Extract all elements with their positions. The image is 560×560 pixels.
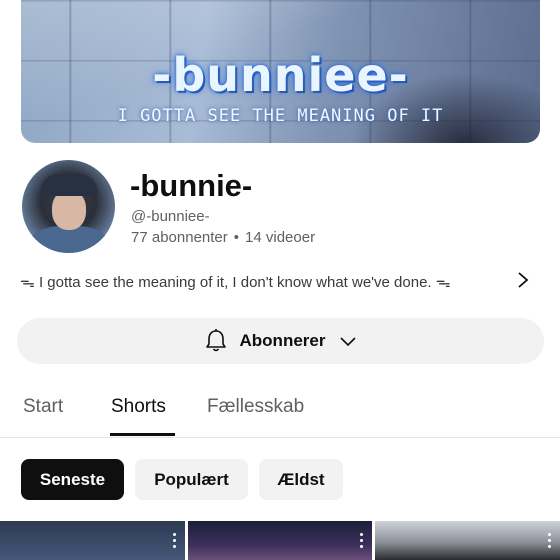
more-options-icon[interactable] [360, 533, 364, 551]
more-options-icon[interactable] [548, 533, 552, 551]
short-thumbnail[interactable] [0, 521, 185, 560]
tab-community[interactable]: Fællesskab [207, 396, 304, 418]
subscribe-label: Abonnerer [239, 331, 326, 350]
channel-tabs: Start Shorts Fællesskab [0, 392, 560, 438]
active-tab-indicator [110, 433, 175, 436]
subscribe-button[interactable]: Abonnerer [17, 318, 544, 364]
video-count: 14 videoer [245, 229, 316, 246]
chevron-down-icon [340, 337, 357, 347]
filter-latest[interactable]: Seneste [21, 459, 124, 500]
channel-description[interactable]: ᯓ I gotta see the meaning of it, I don't… [20, 272, 500, 292]
bell-icon [205, 329, 226, 352]
chevron-right-icon[interactable] [514, 270, 532, 290]
channel-stats: 77 abonnenter • 14 videoer [131, 229, 315, 246]
banner-subtitle: I GOTTA SEE THE MEANING OF IT [117, 106, 444, 126]
short-thumbnail[interactable] [188, 521, 372, 560]
filter-popular[interactable]: Populært [135, 459, 248, 500]
channel-banner: -bunniee- I GOTTA SEE THE MEANING OF IT [21, 0, 540, 143]
subscriber-count: 77 abonnenter [131, 229, 228, 246]
tab-shorts[interactable]: Shorts [111, 396, 166, 418]
short-thumbnail[interactable] [375, 521, 560, 560]
banner-title: -bunniee- [152, 48, 409, 102]
more-options-icon[interactable] [173, 533, 177, 551]
channel-name: -bunnie- [130, 168, 253, 203]
filter-oldest[interactable]: Ældst [259, 459, 343, 500]
tab-start[interactable]: Start [23, 396, 63, 418]
stats-separator: • [233, 229, 240, 246]
channel-handle: @-bunniee- [131, 208, 210, 225]
channel-avatar[interactable] [22, 160, 115, 253]
